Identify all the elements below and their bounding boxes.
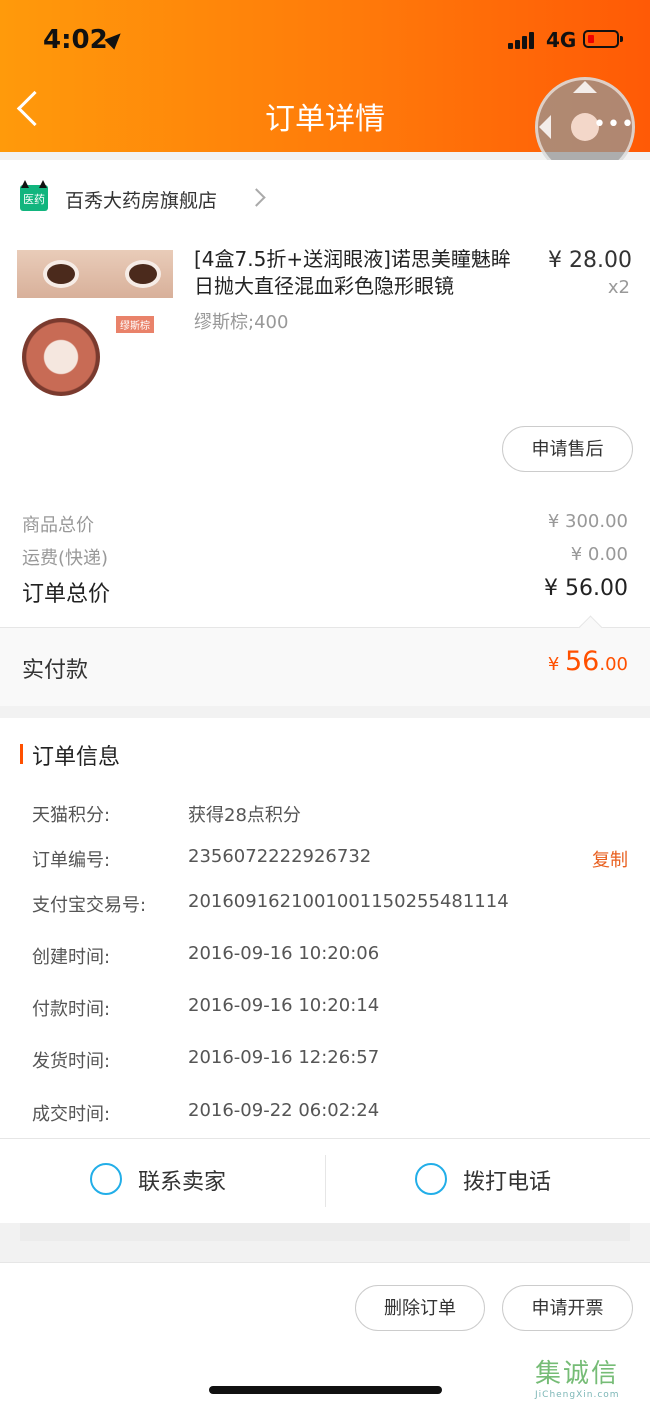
info-value: 2016-09-16 10:20:14 xyxy=(188,995,380,1016)
watermark-logo: 集诚信 JiChengXin.com xyxy=(535,1359,620,1400)
paid-label: 实付款 xyxy=(22,658,89,683)
info-label: 创建时间: xyxy=(32,947,111,968)
info-label: 天猫积分: xyxy=(32,805,111,826)
arrow-left-icon xyxy=(539,115,551,139)
section-accent-bar xyxy=(20,744,23,764)
info-value: 2016-09-16 12:26:57 xyxy=(188,1047,380,1068)
info-value: 获得28点积分 xyxy=(188,805,301,826)
call-phone-button[interactable]: 拨打电话 xyxy=(325,1139,650,1224)
paid-row: 实付款 ¥ 56.00 xyxy=(0,615,650,706)
bottom-action-bar: 删除订单 申请开票 集诚信 JiChengXin.com xyxy=(0,1262,650,1408)
info-label: 支付宝交易号: xyxy=(32,895,147,916)
call-phone-label: 拨打电话 xyxy=(463,1170,552,1195)
copy-button[interactable]: 复制 xyxy=(592,846,628,872)
shipping-label: 运费(快递) xyxy=(22,548,109,569)
paid-amount: ¥ 56.00 xyxy=(547,646,628,677)
network-type: 4G xyxy=(546,28,577,52)
contact-bar: 联系卖家 拨打电话 xyxy=(0,1138,650,1224)
order-total-value: ¥ 56.00 xyxy=(544,576,628,601)
goods-total-row: 商品总价 ¥ 300.00 xyxy=(22,511,628,537)
info-value: 2016091621001001150255481114 xyxy=(188,891,509,912)
home-indicator[interactable] xyxy=(209,1386,442,1394)
battery-icon xyxy=(583,30,623,48)
after-sale-button[interactable]: 申请售后 xyxy=(502,426,633,472)
product-price: ¥ 28.00 xyxy=(548,248,632,273)
section-gap xyxy=(0,1223,650,1261)
order-info-card: 订单信息 天猫积分: 获得28点积分 订单编号: 235607222292673… xyxy=(0,718,650,1223)
signal-icon xyxy=(508,31,540,49)
info-label: 成交时间: xyxy=(32,1104,111,1125)
notch-decoration xyxy=(578,615,603,640)
chat-face-icon xyxy=(90,1163,122,1195)
contact-seller-button[interactable]: 联系卖家 xyxy=(0,1139,325,1224)
info-value: 2016-09-16 10:20:06 xyxy=(188,943,380,964)
more-icon[interactable]: ••• xyxy=(593,112,635,137)
status-time: 4:02 xyxy=(43,25,108,55)
product-sku: 缪斯棕;400 xyxy=(194,312,289,333)
contact-lens-image xyxy=(22,318,100,396)
goods-total-label: 商品总价 xyxy=(22,515,94,536)
goods-total-value: ¥ 300.00 xyxy=(547,511,628,532)
info-value: 2016-09-22 06:02:24 xyxy=(188,1100,380,1121)
info-label: 订单编号: xyxy=(32,850,111,871)
shipping-row: 运费(快递) ¥ 0.00 xyxy=(22,544,628,570)
product-title[interactable]: [4盒7.5折+送润眼液]诺思美瞳魅眸日抛大直径混血彩色隐形眼镜 xyxy=(194,246,530,300)
delete-order-button[interactable]: 删除订单 xyxy=(355,1285,485,1331)
contact-seller-label: 联系卖家 xyxy=(138,1170,227,1195)
arrow-up-icon xyxy=(573,81,597,93)
order-total-row: 订单总价 ¥ 56.00 xyxy=(22,576,628,608)
info-label: 发货时间: xyxy=(32,1051,111,1072)
order-total-label: 订单总价 xyxy=(22,582,111,607)
order-info-title: 订单信息 xyxy=(32,745,121,770)
chevron-right-icon[interactable] xyxy=(247,188,266,207)
product-quantity: x2 xyxy=(607,277,630,298)
product-photo-eyes xyxy=(17,250,173,298)
info-label: 付款时间: xyxy=(32,999,111,1020)
product-image[interactable]: 缪斯棕 xyxy=(17,250,173,400)
shipping-value: ¥ 0.00 xyxy=(570,544,628,565)
request-invoice-button[interactable]: 申请开票 xyxy=(502,1285,633,1331)
phone-icon xyxy=(415,1163,447,1195)
shop-name[interactable]: 百秀大药房旗舰店 xyxy=(65,186,217,213)
order-goods-card: 医药 百秀大药房旗舰店 缪斯棕 [4盒7.5折+送润眼液]诺思美瞳魅眸日抛大直径… xyxy=(0,160,650,706)
tmall-shop-icon: 医药 xyxy=(20,185,48,211)
info-value: 2356072222926732 xyxy=(188,846,372,867)
nav-header: 4:02 4G 订单详情 ••• xyxy=(0,0,650,177)
image-color-tag: 缪斯棕 xyxy=(116,316,154,333)
